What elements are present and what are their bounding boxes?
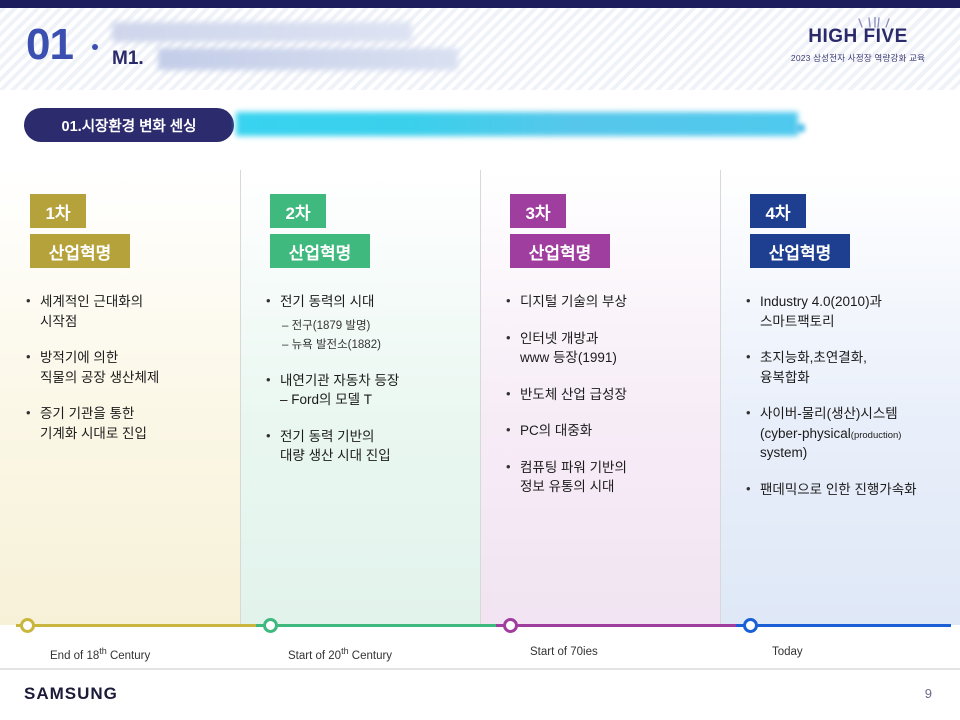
list-item: 세계적인 근대화의시작점 [24, 292, 240, 331]
list-item: 팬데믹으로 인한 진행가속화 [744, 480, 960, 500]
list-item: PC의 대중화 [504, 421, 720, 441]
badge-title-1: 산업혁명 [30, 234, 130, 268]
high-five-logo: HIGH FIVE 2023 삼성전자 사정장 역량강화 교육 [778, 17, 938, 64]
list-item: 디지털 기술의 부상 [504, 292, 720, 312]
header-number: 01 [26, 20, 74, 69]
top-accent-bar [0, 0, 960, 8]
bullet-list-3: 디지털 기술의 부상 인터넷 개방과www 등장(1991) 반도체 산업 급성… [504, 292, 720, 514]
timeline-label-1: End of 18th Century [50, 646, 151, 662]
badge-order-3: 3차 [510, 194, 566, 228]
list-item: 방적기에 의한직물의 공장 생산체제 [24, 348, 240, 387]
logo-title: HIGH FIVE [808, 26, 908, 47]
slide-header: 01 M1. HIGH FIVE 2023 삼성전자 사정장 역량강화 교육 [0, 8, 960, 90]
bullet-list-2: 전기 동력의 시대 – 전구(1879 발명) – 뉴욕 발전소(1882) 내… [264, 292, 480, 483]
section-tag: 01.시장환경 변화 센싱 [24, 108, 234, 142]
list-item: 초지능화,초연결화,융복합화 [744, 348, 960, 387]
list-item: 컴퓨팅 파워 기반의정보 유통의 시대 [504, 458, 720, 497]
column-4th-revolution: 4차 산업혁명 Industry 4.0(2010)과스마트팩토리 초지능화,초… [720, 170, 960, 625]
column-divider [480, 170, 481, 625]
timeline-label-4: Today [772, 646, 803, 658]
timeline-segment-3 [496, 624, 736, 627]
column-divider [240, 170, 241, 625]
badge-order-2: 2차 [270, 194, 326, 228]
header-module-label: M1. [112, 48, 144, 69]
badge-order-1: 1차 [30, 194, 86, 228]
timeline-node-2 [263, 618, 278, 633]
column-divider [720, 170, 721, 625]
brand-logo: SAMSUNG [24, 684, 118, 703]
column-2nd-revolution: 2차 산업혁명 전기 동력의 시대 – 전구(1879 발명) – 뉴욕 발전소… [240, 170, 480, 625]
redacted-title-block-2 [158, 48, 458, 70]
redacted-section-title-tip [795, 124, 805, 132]
timeline-label-3: Start of 70ies [530, 646, 598, 658]
column-3rd-revolution: 3차 산업혁명 디지털 기술의 부상 인터넷 개방과www 등장(1991) 반… [480, 170, 720, 625]
badge-title-4: 산업혁명 [750, 234, 850, 268]
header-dot-icon [92, 44, 98, 50]
list-subitem: – 전구(1879 발명) [282, 319, 371, 332]
page-number: 9 [924, 686, 932, 701]
slide: 01 M1. HIGH FIVE 2023 삼성전자 사정장 역량강화 교육 0… [0, 0, 960, 720]
bullet-list-4: Industry 4.0(2010)과스마트팩토리 초지능화,초연결화,융복합화… [744, 292, 960, 517]
list-item: 증기 기관을 통한기계화 시대로 진입 [24, 404, 240, 443]
bullet-list-1: 세계적인 근대화의시작점 방적기에 의한직물의 공장 생산체제 증기 기관을 통… [24, 292, 240, 460]
badge-title-3: 산업혁명 [510, 234, 610, 268]
logo-subtitle: 2023 삼성전자 사정장 역량강화 교육 [790, 53, 926, 63]
timeline-node-4 [743, 618, 758, 633]
list-item: 사이버-물리(생산)시스템(cyber-physical(production)… [744, 404, 960, 463]
timeline-segment-4 [736, 624, 951, 627]
redacted-title-block-1 [112, 22, 412, 42]
timeline-segment-2 [256, 624, 496, 627]
list-item: 내연기관 자동차 등장– Ford의 모델 T [264, 371, 480, 410]
list-subitem: – 뉴욕 발전소(1882) [282, 338, 381, 351]
timeline-segment-1 [16, 624, 256, 627]
timeline-node-1 [20, 618, 35, 633]
list-item: Industry 4.0(2010)과스마트팩토리 [744, 292, 960, 331]
industrial-revolution-columns: 1차 산업혁명 세계적인 근대화의시작점 방적기에 의한직물의 공장 생산체제 … [0, 170, 960, 625]
redacted-section-title [236, 112, 798, 136]
list-item: 전기 동력 기반의대량 생산 시대 진입 [264, 427, 480, 466]
slide-footer: SAMSUNG 9 [0, 670, 960, 720]
timeline-label-2: Start of 20th Century [288, 646, 393, 662]
sparkle-icon [858, 17, 890, 28]
list-item: 인터넷 개방과www 등장(1991) [504, 329, 720, 368]
list-item: 반도체 산업 급성장 [504, 385, 720, 405]
badge-order-4: 4차 [750, 194, 806, 228]
badge-title-2: 산업혁명 [270, 234, 370, 268]
list-item: 전기 동력의 시대 [264, 292, 480, 312]
timeline-node-3 [503, 618, 518, 633]
column-1st-revolution: 1차 산업혁명 세계적인 근대화의시작점 방적기에 의한직물의 공장 생산체제 … [0, 170, 240, 625]
